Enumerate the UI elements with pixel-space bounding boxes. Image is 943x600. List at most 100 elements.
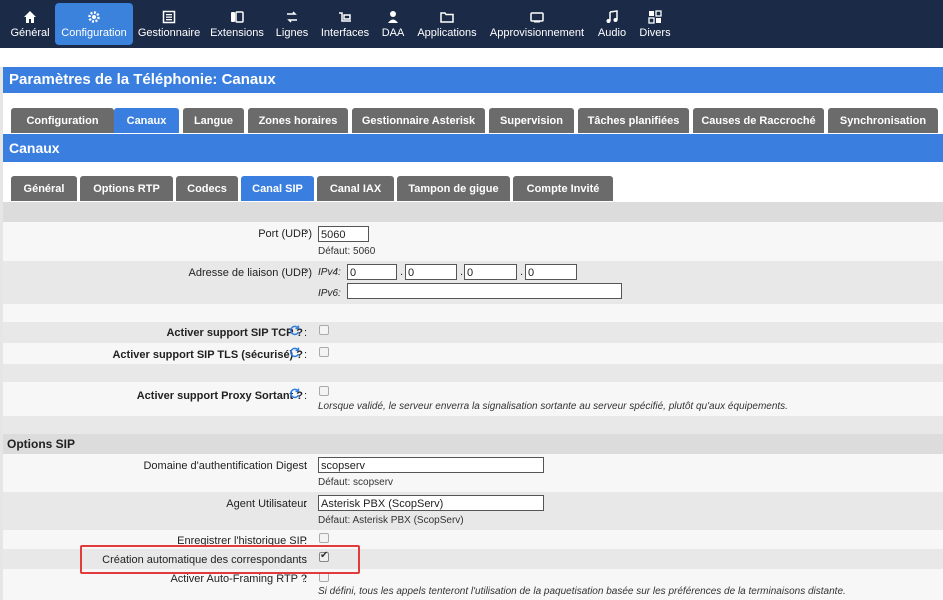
nav-extensions[interactable]: Extensions	[205, 0, 269, 48]
digest-row: Domaine d'authentification Digest : scop…	[3, 454, 943, 492]
gear-icon	[86, 9, 102, 25]
tab-taches-planifiees[interactable]: Tâches planifiées	[578, 108, 689, 133]
tab-langue[interactable]: Langue	[183, 108, 244, 133]
tab-causes-raccroche[interactable]: Causes de Raccroché	[693, 108, 824, 133]
bind-row: Adresse de liaison (UDP) : IPv4: 0 . 0 .…	[3, 261, 943, 304]
nav-approvisionnement-label: Approvisionnement	[489, 27, 585, 39]
person-icon	[385, 9, 401, 25]
tls-row: Activer support SIP TLS (sécurisé) ? :	[3, 343, 943, 364]
colon: :	[304, 460, 308, 472]
grid-icon	[647, 9, 663, 25]
port-row: Port (UDP) : 5060 Défaut: 5060	[3, 222, 943, 261]
page-title: Paramètres de la Téléphonie: Canaux	[3, 67, 943, 93]
proxy-row: Activer support Proxy Sortant ? : Lorsqu…	[3, 382, 943, 416]
nav-lignes[interactable]: Lignes	[269, 0, 315, 48]
folder-icon	[439, 9, 455, 25]
proxy-label: Activer support Proxy Sortant ?	[136, 390, 303, 402]
nav-divers[interactable]: Divers	[633, 0, 677, 48]
arrows-icon	[284, 9, 300, 25]
spacer-row	[3, 202, 943, 222]
nav-audio-label: Audio	[597, 27, 627, 39]
nav-applications[interactable]: Applications	[411, 0, 483, 48]
tls-label: Activer support SIP TLS (sécurisé) ?	[112, 349, 303, 361]
options-title-row: Options SIP	[3, 434, 943, 454]
section-title: Canaux	[3, 134, 943, 162]
nav-gestionnaire[interactable]: Gestionnaire	[133, 0, 205, 48]
tls-checkbox[interactable]	[319, 347, 329, 357]
ipv4-octet-3[interactable]: 0	[464, 264, 517, 280]
user-agent-label: Agent Utilisateur	[226, 498, 307, 510]
colon: :	[304, 390, 308, 402]
nav-configuration-label: Configuration	[61, 27, 127, 39]
nav-interfaces[interactable]: Interfaces	[315, 0, 375, 48]
digest-input[interactable]: scopserv	[318, 457, 544, 473]
subtab-options-rtp[interactable]: Options RTP	[80, 176, 173, 201]
ipv4-octet-2[interactable]: 0	[405, 264, 457, 280]
spacer-row	[3, 416, 943, 434]
colon: :	[304, 327, 308, 339]
subtab-canal-sip[interactable]: Canal SIP	[241, 176, 314, 201]
history-checkbox[interactable]	[319, 533, 329, 543]
autoframing-label: Activer Auto-Framing RTP ?	[170, 573, 307, 585]
nav-applications-label: Applications	[417, 27, 477, 39]
nav-audio[interactable]: Audio	[591, 0, 633, 48]
nav-daa-label: DAA	[381, 27, 405, 39]
nav-interfaces-label: Interfaces	[320, 27, 370, 39]
network-icon	[337, 9, 353, 25]
tab-synchronisation[interactable]: Synchronisation	[828, 108, 938, 133]
nav-configuration[interactable]: Configuration	[55, 3, 133, 45]
digest-label: Domaine d'authentification Digest	[143, 460, 307, 472]
tcp-checkbox[interactable]	[319, 325, 329, 335]
spacer-row	[3, 304, 943, 322]
ipv4-octet-1[interactable]: 0	[347, 264, 397, 280]
bind-label: Adresse de liaison (UDP)	[188, 267, 313, 279]
user-agent-input[interactable]: Asterisk PBX (ScopServ)	[318, 495, 544, 511]
nav-daa[interactable]: DAA	[375, 0, 411, 48]
nav-approvisionnement[interactable]: Approvisionnement	[483, 0, 591, 48]
nav-general[interactable]: Général	[5, 0, 55, 48]
ipv6-input[interactable]	[347, 283, 622, 299]
options-sip-title: Options SIP	[7, 437, 76, 451]
ipv6-label: IPv6:	[318, 288, 341, 299]
subtab-general[interactable]: Général	[11, 176, 77, 201]
device-icon	[529, 9, 545, 25]
colon: :	[304, 228, 308, 240]
tab-gestionnaire-asterisk[interactable]: Gestionnaire Asterisk	[352, 108, 485, 133]
colon: :	[304, 267, 308, 279]
colon: :	[304, 349, 308, 361]
main-tabs: Configuration Canaux Langue Zones horair…	[3, 93, 943, 134]
spacer	[0, 48, 943, 67]
tcp-label: Activer support SIP TCP ?	[166, 327, 303, 339]
phones-icon	[229, 9, 245, 25]
tab-configuration[interactable]: Configuration	[11, 108, 114, 133]
music-icon	[604, 9, 620, 25]
ipv4-label: IPv4:	[318, 267, 341, 278]
home-icon	[22, 9, 38, 25]
ipv4-octet-4[interactable]: 0	[525, 264, 577, 280]
proxy-hint: Lorsque validé, le serveur enverra la si…	[318, 401, 788, 412]
tab-canaux[interactable]: Canaux	[114, 108, 179, 133]
port-default: Défaut: 5060	[318, 246, 376, 257]
refresh-icon[interactable]	[289, 325, 300, 336]
user-agent-row: Agent Utilisateur : Asterisk PBX (ScopSe…	[3, 492, 943, 530]
top-navigation: Général Configuration Gestionnaire Exten…	[0, 0, 943, 48]
subtab-codecs[interactable]: Codecs	[176, 176, 238, 201]
subtab-tampon-gigue[interactable]: Tampon de gigue	[397, 176, 510, 201]
colon: :	[304, 498, 308, 510]
highlight-box	[80, 545, 360, 574]
refresh-icon[interactable]	[289, 388, 300, 399]
digest-default: Défaut: scopserv	[318, 477, 394, 488]
refresh-icon[interactable]	[289, 347, 300, 358]
list-icon	[161, 9, 177, 25]
subtab-canal-iax[interactable]: Canal IAX	[317, 176, 394, 201]
sub-tabs: Général Options RTP Codecs Canal SIP Can…	[3, 162, 943, 202]
proxy-checkbox[interactable]	[319, 386, 329, 396]
nav-general-label: Général	[10, 27, 50, 39]
port-input[interactable]: 5060	[318, 226, 369, 242]
user-agent-default: Défaut: Asterisk PBX (ScopServ)	[318, 515, 464, 526]
subtab-compte-invite[interactable]: Compte Invité	[513, 176, 613, 201]
autoframing-hint: Si défini, tous les appels tenteront l'u…	[318, 586, 846, 597]
tab-zones-horaires[interactable]: Zones horaires	[248, 108, 348, 133]
tab-supervision[interactable]: Supervision	[489, 108, 574, 133]
colon: :	[304, 573, 308, 585]
